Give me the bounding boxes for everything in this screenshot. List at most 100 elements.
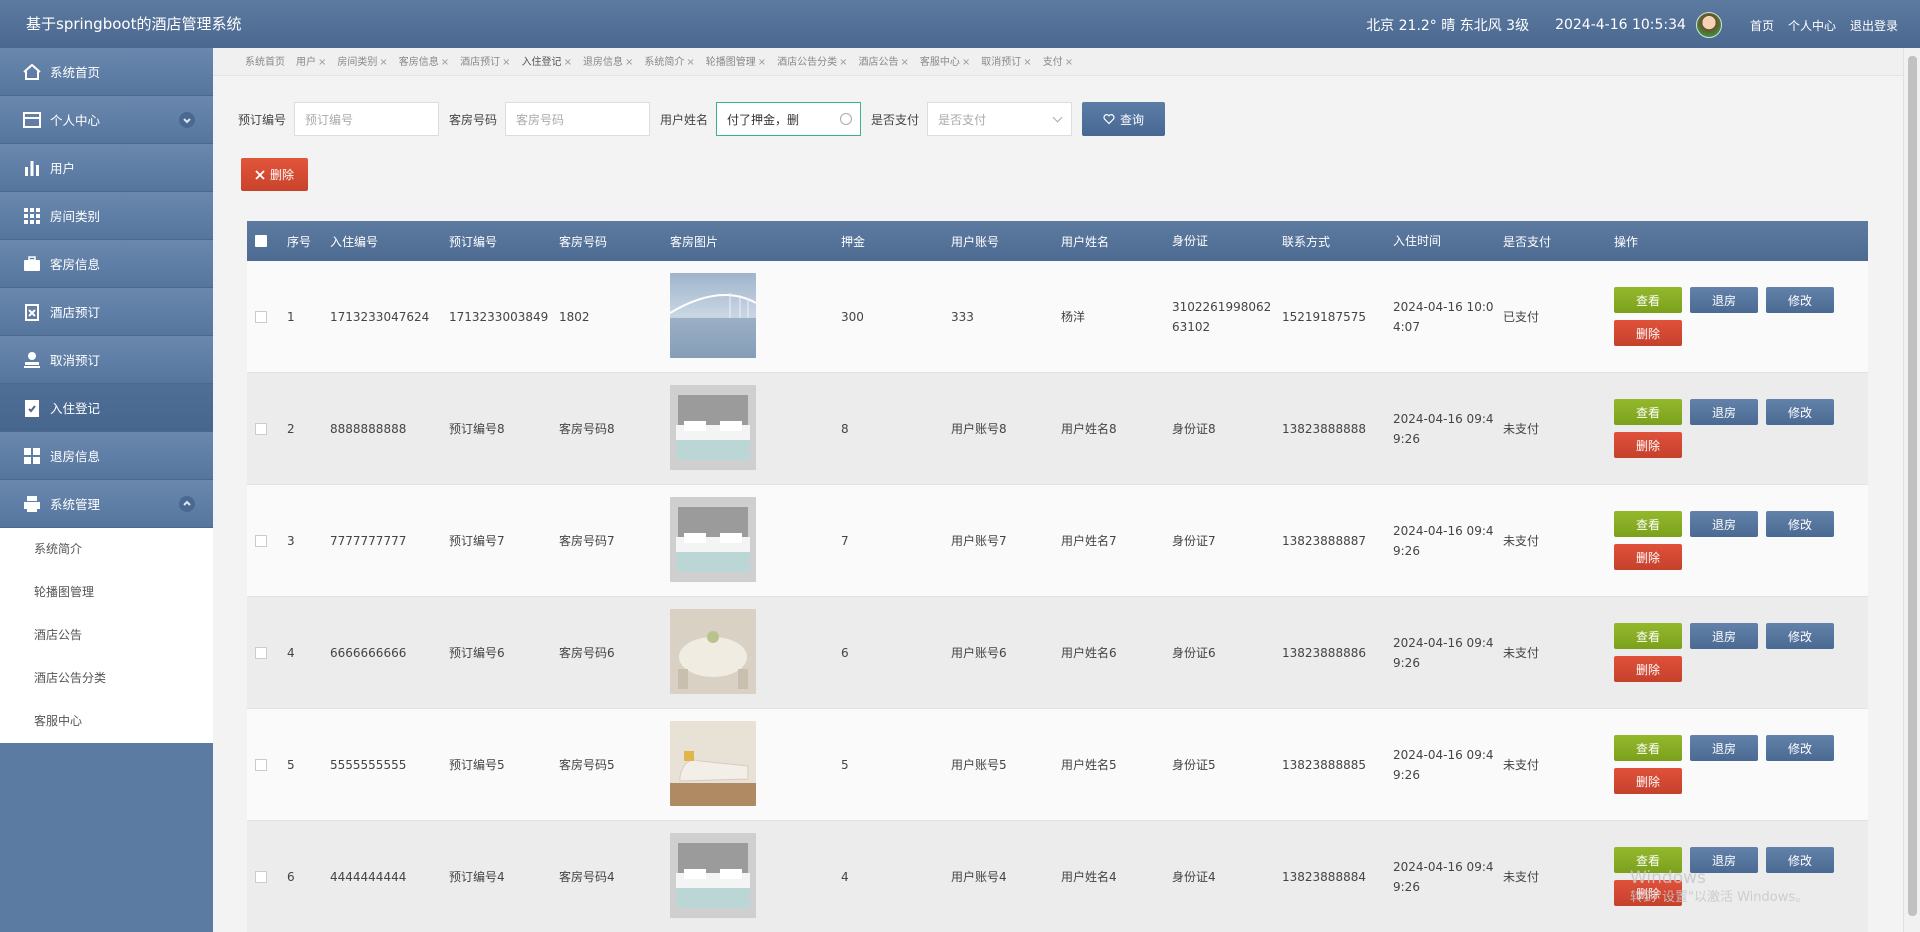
checkin-table: 序号 入住编号 预订编号 客房号码 客房图片 押金 用户账号 用户姓名 身份证 … [247,221,1868,932]
close-icon[interactable]: × [839,57,847,68]
row-actions: 查看 退房 修改删除 [1614,287,1842,346]
row-checkbox[interactable] [255,758,267,771]
close-icon[interactable]: × [686,57,694,68]
page-scrollbar[interactable] [1903,48,1920,932]
close-icon[interactable]: × [1023,57,1031,68]
view-button[interactable]: 查看 [1614,623,1682,649]
sidebar-item-users[interactable]: 用户 [0,144,213,192]
sidebar-item-checkin[interactable]: 入住登记 [0,384,213,432]
cell-booking-no: 1713233003849 [449,309,549,324]
tab-7[interactable]: 系统简介 × [644,53,694,75]
sidebar-item-booking[interactable]: 酒店预订 [0,288,213,336]
close-icon[interactable]: × [379,57,387,68]
edit-button[interactable]: 修改 [1766,399,1834,425]
sidebar-item-rooms[interactable]: 客房信息 [0,240,213,288]
checkout-button[interactable]: 退房 [1690,399,1758,425]
sidebar-item-cancel-booking[interactable]: 取消预订 [0,336,213,384]
close-icon[interactable]: × [901,57,909,68]
batch-delete-button[interactable]: 删除 [241,158,308,191]
paid-select[interactable]: 是否支付 [927,102,1073,136]
sidebar-item-checkout[interactable]: 退房信息 [0,432,213,480]
delete-button[interactable]: 删除 [1614,320,1682,346]
tab-0[interactable]: 系统首页 [245,53,285,75]
view-button[interactable]: 查看 [1614,511,1682,537]
booking-no-label: 预订编号 [238,112,287,127]
tab-13[interactable]: 支付 × [1043,53,1073,75]
row-checkbox[interactable] [255,870,267,883]
room-image[interactable] [670,272,841,361]
row-checkbox[interactable] [255,646,267,659]
submenu-item-intro[interactable]: 系统简介 [0,528,213,571]
view-button[interactable]: 查看 [1614,735,1682,761]
close-icon[interactable]: × [625,57,633,68]
edit-button[interactable]: 修改 [1766,735,1834,761]
row-checkbox[interactable] [255,534,267,547]
checkout-button[interactable]: 退房 [1690,511,1758,537]
tab-8[interactable]: 轮播图管理 × [706,53,766,75]
room-image[interactable] [670,384,841,473]
tab-3[interactable]: 客房信息 × [399,53,449,75]
scrollbar-thumb[interactable] [1908,56,1917,916]
header-cell: 用户账号 [951,234,1000,249]
logout-link[interactable]: 退出登录 [1850,17,1898,34]
submenu-item-service[interactable]: 客服中心 [0,700,213,743]
username-input[interactable]: 付了押金，删 [716,102,862,136]
close-icon[interactable]: × [962,57,970,68]
tab-5[interactable]: 入住登记 × [522,53,572,75]
delete-button[interactable]: 删除 [1614,544,1682,570]
checkout-button[interactable]: 退房 [1690,623,1758,649]
close-icon[interactable]: × [1065,57,1073,68]
header-right: 北京 21.2° 晴 东北风 3级 2024-4-16 10:5:34 首页 个… [1366,12,1898,38]
profile-link[interactable]: 个人中心 [1788,17,1836,34]
room-image[interactable] [670,832,841,921]
checkout-button[interactable]: 退房 [1690,287,1758,313]
view-button[interactable]: 查看 [1614,399,1682,425]
sidebar-item-room-types[interactable]: 房间类别 [0,192,213,240]
clear-icon[interactable] [840,113,853,125]
room-image[interactable] [670,720,841,809]
select-all-checkbox[interactable] [255,235,267,247]
row-checkbox[interactable] [255,422,267,435]
avatar[interactable] [1695,12,1722,38]
delete-button[interactable]: 删除 [1614,768,1682,794]
tab-label: 支付 [1042,57,1063,68]
edit-button[interactable]: 修改 [1766,511,1834,537]
tab-9[interactable]: 酒店公告分类 × [777,53,847,75]
watermark-line1: Windows [1630,868,1706,888]
tab-12[interactable]: 取消预订 × [981,53,1031,75]
sidebar-item-home[interactable]: 系统首页 [0,48,213,96]
booking-no-input[interactable]: 预订编号 [294,102,440,136]
delete-button[interactable]: 删除 [1614,432,1682,458]
tab-1[interactable]: 用户 × [296,53,326,75]
checkout-button[interactable]: 退房 [1690,735,1758,761]
row-checkbox[interactable] [255,310,267,323]
chevron-up-icon[interactable] [179,496,195,512]
tab-10[interactable]: 酒店公告 × [859,53,909,75]
close-icon[interactable]: × [441,57,449,68]
room-image[interactable] [670,496,841,585]
tab-6[interactable]: 退房信息 × [583,53,633,75]
delete-button[interactable]: 删除 [1614,656,1682,682]
submenu-item-carousel[interactable]: 轮播图管理 [0,571,213,614]
home-link[interactable]: 首页 [1750,17,1774,34]
close-icon[interactable]: × [758,57,766,68]
tab-11[interactable]: 客服中心 × [920,53,970,75]
close-icon[interactable]: × [564,57,572,68]
submenu-item-notice-category[interactable]: 酒店公告分类 [0,657,213,700]
cell-checkin-no: 4444444444 [330,869,407,884]
query-button[interactable]: 查询 [1082,102,1166,136]
submenu-item-notice[interactable]: 酒店公告 [0,614,213,657]
chevron-down-icon[interactable] [179,112,195,128]
close-icon[interactable]: × [502,57,510,68]
sidebar-item-system[interactable]: 系统管理 [0,480,213,528]
cell-account: 用户账号5 [951,758,1007,772]
room-no-input[interactable]: 客房号码 [505,102,651,136]
tab-4[interactable]: 酒店预订 × [460,53,510,75]
edit-button[interactable]: 修改 [1766,623,1834,649]
close-icon[interactable]: × [318,57,326,68]
sidebar-item-profile[interactable]: 个人中心 [0,96,213,144]
tab-2[interactable]: 房间类别 × [337,53,387,75]
room-image[interactable] [670,608,841,697]
edit-button[interactable]: 修改 [1766,287,1834,313]
view-button[interactable]: 查看 [1614,287,1682,313]
